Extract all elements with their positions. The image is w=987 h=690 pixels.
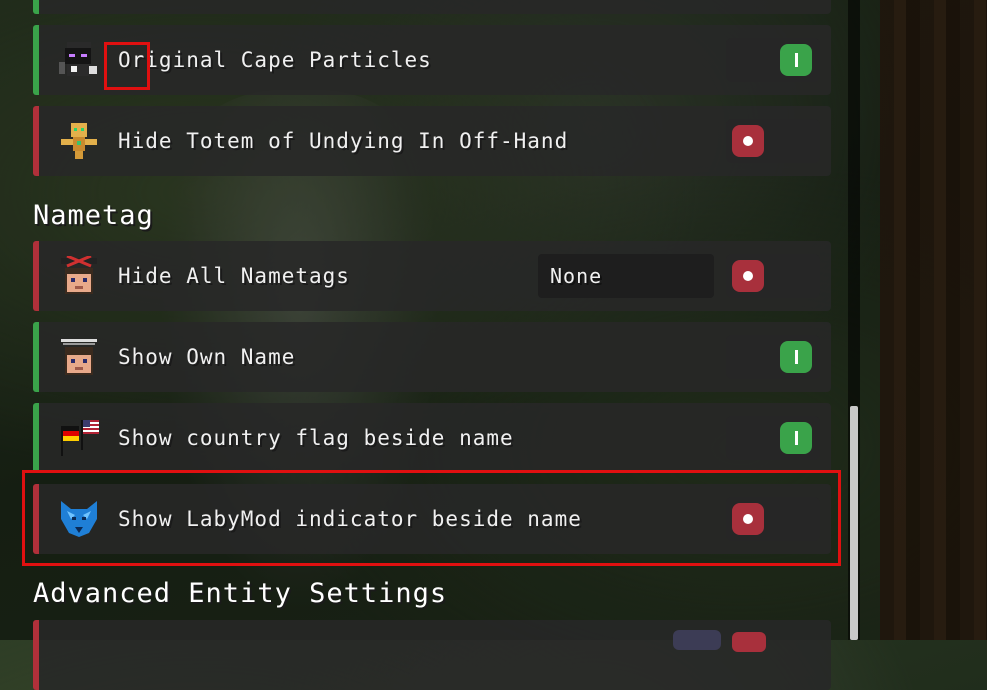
toggle-on-mark xyxy=(794,431,798,445)
section-title-advanced-entity-settings: Advanced Entity Settings xyxy=(33,578,448,609)
toggle-switch-enabled[interactable] xyxy=(726,38,820,82)
toggle-knob xyxy=(780,422,812,454)
highlight-box-labymod-row xyxy=(22,470,841,566)
settings-row-partial-bottom xyxy=(33,620,831,690)
setting-label: Original Cape Particles xyxy=(118,48,432,72)
status-bar xyxy=(33,620,39,690)
settings-row-show-country-flag[interactable]: Show country flag beside name xyxy=(33,403,831,473)
toggle-on-mark xyxy=(794,350,798,364)
settings-row-hide-all-nametags[interactable]: Hide All Nametags None xyxy=(33,241,831,311)
toggle-knob xyxy=(732,125,764,157)
setting-label: Show country flag beside name xyxy=(118,426,514,450)
setting-label: Hide Totem of Undying In Off-Hand xyxy=(118,129,569,153)
toggle-knob xyxy=(780,341,812,373)
toggle-off-mark xyxy=(743,271,753,281)
highlight-box-small xyxy=(104,42,150,90)
toggle-switch-enabled[interactable] xyxy=(726,416,820,460)
enderman-with-cape-icon xyxy=(59,42,97,76)
status-bar-enabled xyxy=(33,322,39,392)
status-bar-enabled xyxy=(33,403,39,473)
toggle-off-mark xyxy=(743,136,753,146)
status-bar-enabled xyxy=(33,25,39,95)
settings-row-hide-totem[interactable]: Hide Totem of Undying In Off-Hand xyxy=(33,106,831,176)
toggle-on-mark xyxy=(794,53,798,67)
scrollbar-thumb[interactable] xyxy=(850,406,858,640)
toggle-knob xyxy=(732,260,764,292)
player-head-crossed-icon xyxy=(61,256,97,294)
country-flags-icon xyxy=(61,420,99,456)
setting-label: Hide All Nametags xyxy=(118,264,350,288)
totem-of-undying-icon xyxy=(61,123,97,159)
nametag-mode-dropdown[interactable]: None xyxy=(538,254,714,298)
player-head-name-icon xyxy=(61,339,97,375)
toggle-switch-disabled[interactable] xyxy=(726,254,820,298)
toggle-switch-enabled[interactable] xyxy=(726,335,820,379)
partial-toggle-knob xyxy=(732,632,766,652)
settings-row-original-cape-particles[interactable]: Original Cape Particles xyxy=(33,25,831,95)
status-bar-disabled xyxy=(33,241,39,311)
settings-row-show-own-name[interactable]: Show Own Name xyxy=(33,322,831,392)
settings-row-partial-top xyxy=(33,0,831,14)
partial-button xyxy=(673,630,721,650)
status-bar xyxy=(33,0,39,14)
toggle-knob xyxy=(780,44,812,76)
status-bar-disabled xyxy=(33,106,39,176)
setting-label: Show Own Name xyxy=(118,345,296,369)
section-title-nametag: Nametag xyxy=(33,200,154,231)
toggle-switch-disabled[interactable] xyxy=(726,119,820,163)
